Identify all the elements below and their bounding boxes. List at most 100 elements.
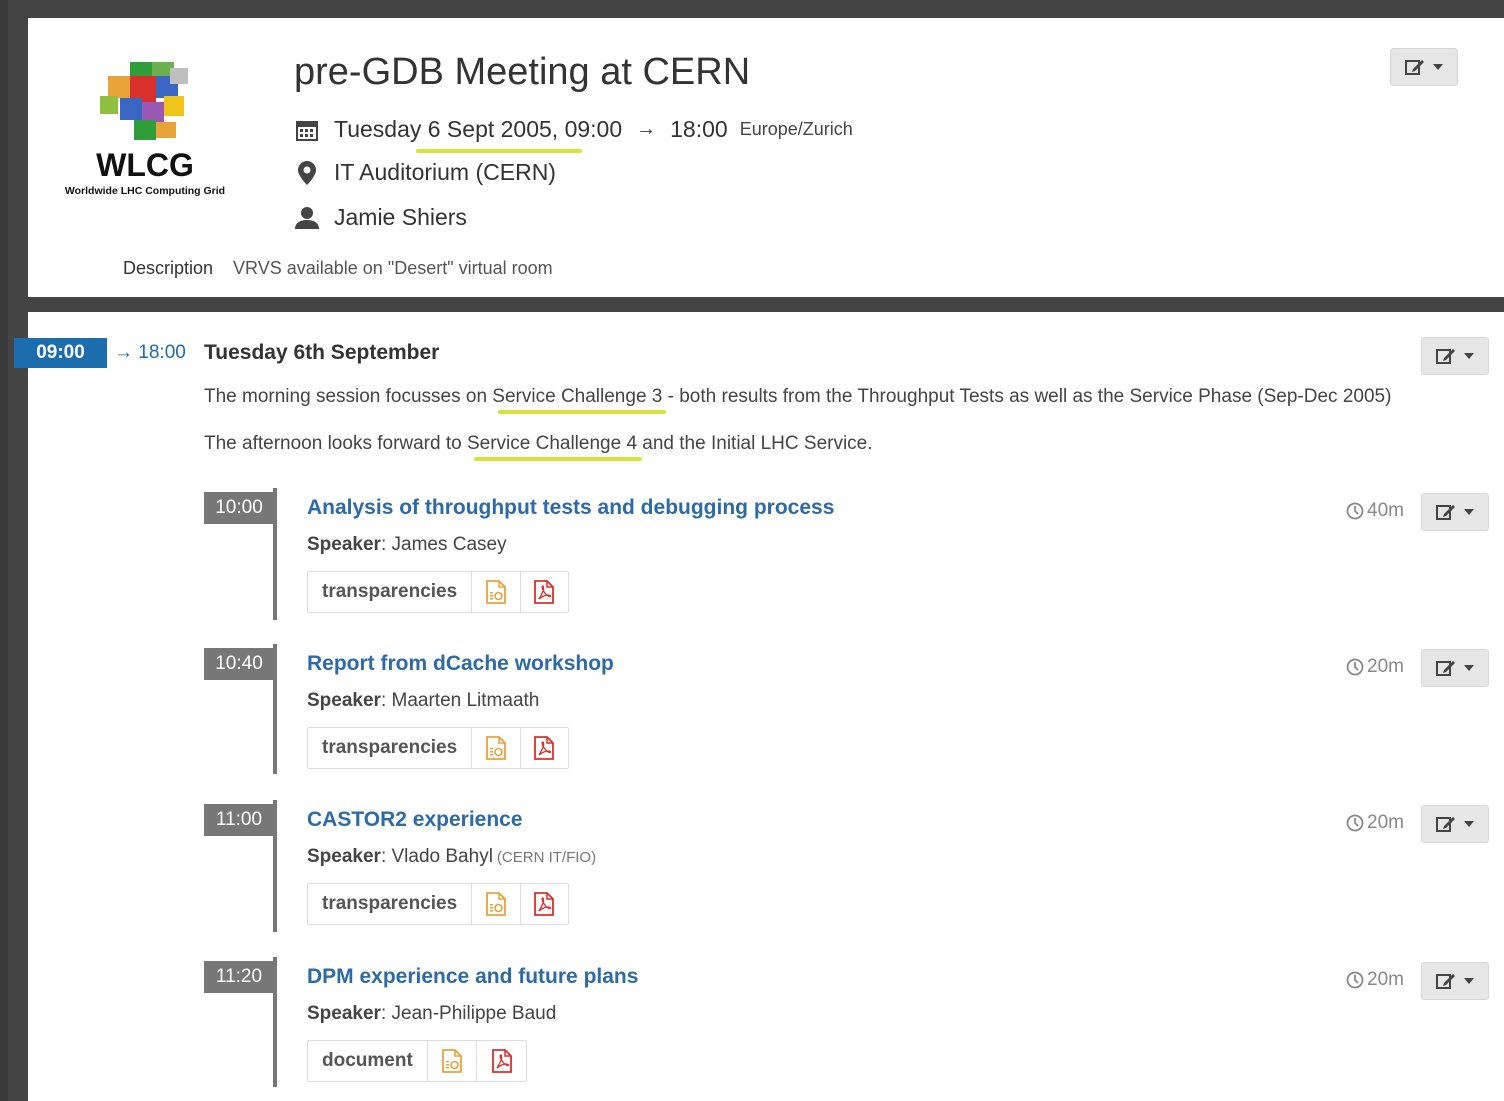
material-label[interactable]: document xyxy=(308,1041,428,1081)
chevron-down-icon xyxy=(1464,821,1474,827)
ppt-file-icon[interactable] xyxy=(472,884,521,924)
calendar-icon xyxy=(294,117,320,143)
material-label[interactable]: transparencies xyxy=(308,728,473,768)
duration-text: 20m xyxy=(1367,656,1404,677)
chevron-down-icon xyxy=(1464,978,1474,984)
session-description-1: The morning session focusses on Service … xyxy=(204,386,1392,407)
event-edit-button[interactable] xyxy=(1390,48,1458,86)
contribution-title[interactable]: DPM experience and future plans xyxy=(307,965,638,989)
speaker-label: Speaker xyxy=(307,534,381,555)
event-title: pre-GDB Meeting at CERN xyxy=(294,51,751,93)
pdf-file-icon[interactable] xyxy=(521,884,568,924)
material-label[interactable]: transparencies xyxy=(308,884,473,924)
session-title: Tuesday 6th September xyxy=(204,341,440,364)
contribution-time: 10:00 xyxy=(204,492,274,524)
contribution-title[interactable]: Analysis of throughput tests and debuggi… xyxy=(307,496,834,520)
event-timezone: Europe/Zurich xyxy=(739,119,853,139)
event-location[interactable]: IT Auditorium (CERN) xyxy=(334,159,556,186)
event-end: 18:00 xyxy=(670,116,728,142)
speaker-label: Speaker xyxy=(307,846,381,867)
session-end: → 18:00 xyxy=(114,342,186,363)
duration-text: 20m xyxy=(1367,812,1404,833)
session-description-2: The afternoon looks forward to Service C… xyxy=(204,433,873,454)
material-group: transparencies xyxy=(307,571,569,613)
wlcg-logo: WLCG Worldwide LHC Computing Grid xyxy=(60,36,230,197)
session-edit-button[interactable] xyxy=(1421,337,1489,375)
timeline-bar xyxy=(273,644,277,774)
event-location-row: IT Auditorium (CERN) xyxy=(294,159,556,186)
description-text: VRVS available on "Desert" virtual room xyxy=(233,258,553,278)
speaker-name: : James Casey xyxy=(380,534,507,555)
edit-icon xyxy=(1436,349,1455,364)
timeline-bar xyxy=(273,488,277,620)
contribution-time: 11:00 xyxy=(204,804,274,836)
event-description: Description VRVS available on "Desert" v… xyxy=(123,258,553,279)
event-start: Tuesday 6 Sept 2005, 09:00 xyxy=(334,116,623,142)
contribution-edit-button[interactable] xyxy=(1421,493,1489,531)
speaker-affiliation: (CERN IT/FIO) xyxy=(496,849,597,866)
speaker-label: Speaker xyxy=(307,1003,381,1024)
arrow: → xyxy=(636,118,657,140)
contribution-edit-button[interactable] xyxy=(1421,649,1489,687)
highlight-underline xyxy=(474,457,642,461)
contribution-duration: 20m xyxy=(1346,656,1404,678)
pdf-file-icon[interactable] xyxy=(521,572,568,612)
edit-icon xyxy=(1436,974,1455,989)
material-group: transparencies xyxy=(307,883,569,925)
contribution-title[interactable]: CASTOR2 experience xyxy=(307,808,523,832)
description-label: Description xyxy=(123,258,214,278)
contribution-edit-button[interactable] xyxy=(1421,805,1489,843)
chevron-down-icon xyxy=(1464,509,1474,515)
contribution-speaker: Speaker: Vlado Bahyl (CERN IT/FIO) xyxy=(307,846,596,868)
contribution-speaker: Speaker: Maarten Litmaath xyxy=(307,690,543,712)
clock-icon xyxy=(1346,658,1364,676)
contribution-speaker: Speaker: Jean-Philippe Baud xyxy=(307,1003,560,1025)
event-header: WLCG Worldwide LHC Computing Grid pre-GD… xyxy=(28,18,1504,297)
clock-icon xyxy=(1346,502,1364,520)
svg-text:WLCG: WLCG xyxy=(96,147,194,183)
speaker-label: Speaker xyxy=(307,690,381,711)
event-chair: Jamie Shiers xyxy=(334,204,467,230)
ppt-file-icon[interactable] xyxy=(428,1041,478,1081)
contribution-time: 11:20 xyxy=(204,961,274,993)
duration-text: 20m xyxy=(1367,969,1404,990)
pdf-file-icon[interactable] xyxy=(521,728,568,768)
edit-icon xyxy=(1436,661,1455,676)
svg-text:Worldwide LHC Computing Grid: Worldwide LHC Computing Grid xyxy=(65,185,225,196)
event-chair-row: Jamie Shiers xyxy=(294,204,467,231)
ppt-file-icon[interactable] xyxy=(472,572,521,612)
speaker-name: : Jean-Philippe Baud xyxy=(380,1003,557,1024)
material-group: document xyxy=(307,1040,527,1082)
contribution-edit-button[interactable] xyxy=(1421,962,1489,1000)
map-pin-icon xyxy=(294,160,320,186)
contribution-speaker: Speaker: James Casey xyxy=(307,534,511,556)
highlight-underline xyxy=(498,410,666,414)
contribution-duration: 20m xyxy=(1346,812,1404,834)
material-label[interactable]: transparencies xyxy=(308,572,473,612)
timeline-bar xyxy=(273,957,277,1087)
pdf-file-icon[interactable] xyxy=(477,1041,526,1081)
event-date-row: Tuesday 6 Sept 2005, 09:00 → 18:00 Europ… xyxy=(294,116,853,143)
edit-icon xyxy=(1436,505,1455,520)
chevron-down-icon xyxy=(1464,665,1474,671)
clock-icon xyxy=(1346,814,1364,832)
contribution-title[interactable]: Report from dCache workshop xyxy=(307,652,614,676)
edit-icon xyxy=(1405,60,1424,75)
material-group: transparencies xyxy=(307,727,569,769)
session-start-badge: 09:00 xyxy=(14,338,107,368)
speaker-name: : Maarten Litmaath xyxy=(380,690,540,711)
chevron-down-icon xyxy=(1433,64,1443,70)
edit-icon xyxy=(1436,817,1455,832)
speaker-name: : Vlado Bahyl xyxy=(380,846,493,867)
ppt-file-icon[interactable] xyxy=(472,728,521,768)
timeline-bar xyxy=(273,800,277,932)
contribution-time: 10:40 xyxy=(204,648,274,680)
chevron-down-icon xyxy=(1464,353,1474,359)
highlight-underline xyxy=(416,149,582,153)
contribution-duration: 40m xyxy=(1346,500,1404,522)
clock-icon xyxy=(1346,971,1364,989)
duration-text: 40m xyxy=(1367,500,1404,521)
user-icon xyxy=(294,205,320,231)
left-strip xyxy=(0,0,8,1101)
contribution-duration: 20m xyxy=(1346,969,1404,991)
